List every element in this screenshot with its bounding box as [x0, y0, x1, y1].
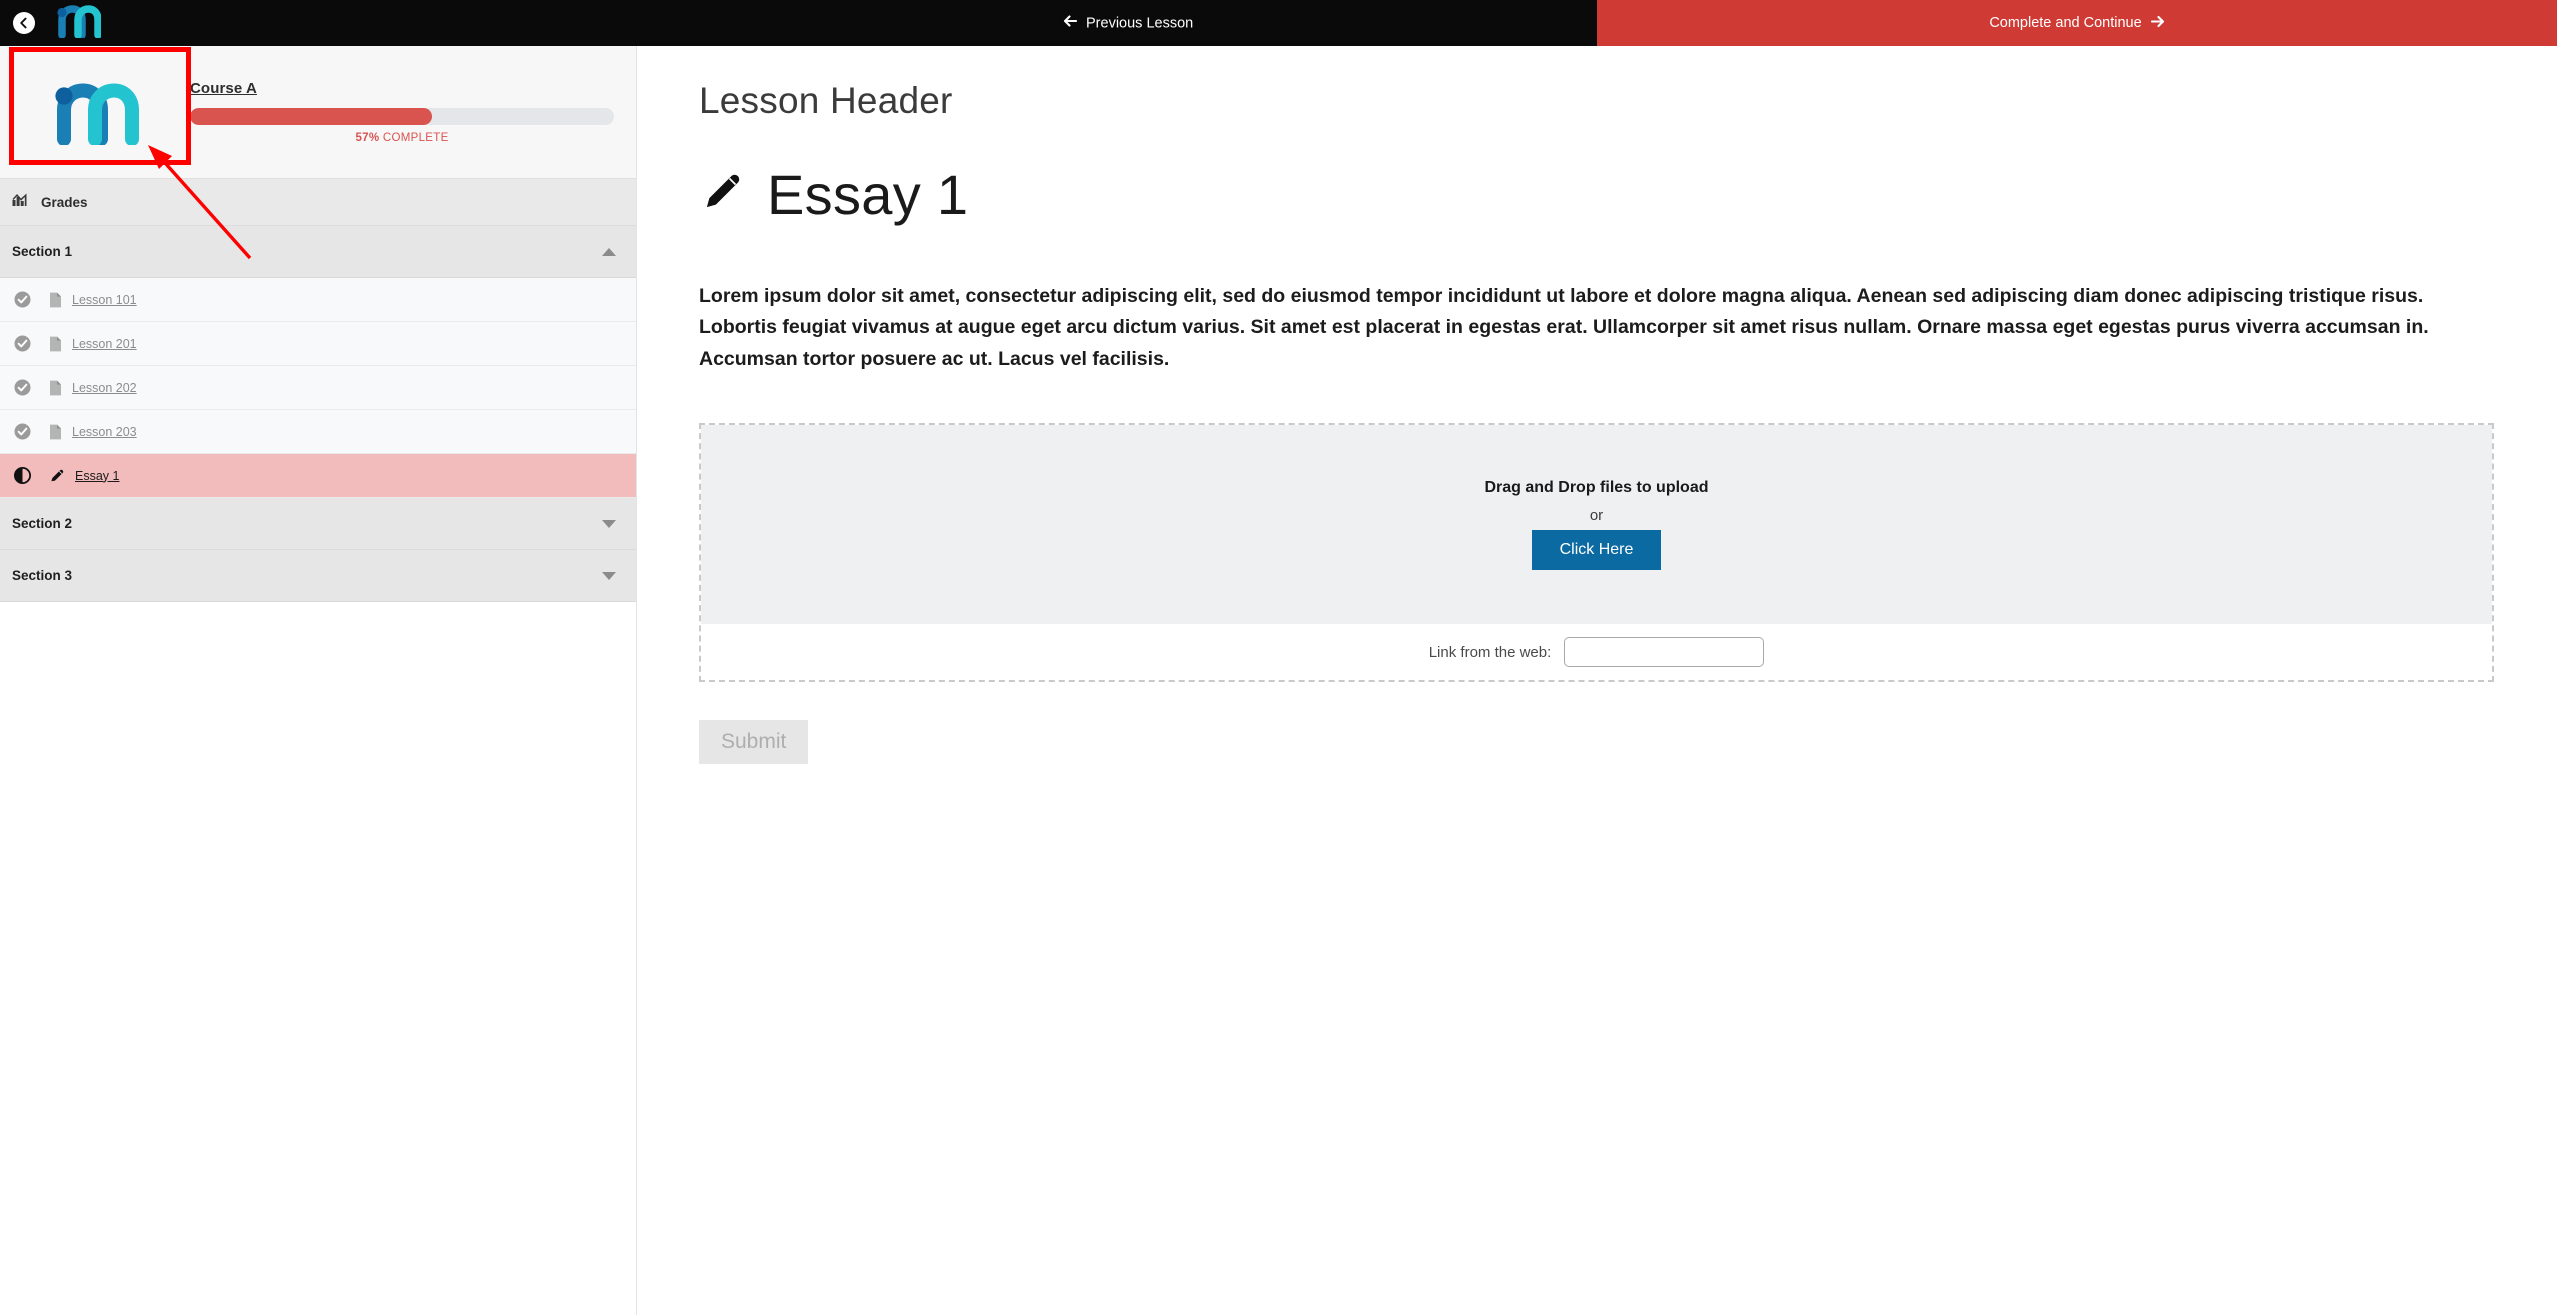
link-from-web-input[interactable] [1564, 637, 1765, 668]
half-circle-icon [14, 467, 31, 484]
main-content: Lesson Header Essay 1 Lorem ipsum dolor … [637, 46, 2557, 1315]
chevron-up-icon [602, 247, 616, 256]
chevron-left-icon [18, 17, 30, 29]
topbar-left-region: Previous Lesson [0, 0, 1597, 46]
section-header[interactable]: Section 3 [0, 550, 636, 602]
pencil-icon [699, 169, 745, 220]
dropzone-inner-panel[interactable]: Drag and Drop files to upload or Click H… [701, 425, 2492, 625]
file-dropzone[interactable]: Drag and Drop files to upload or Click H… [699, 423, 2494, 683]
sidebar-item-grades[interactable]: Grades [0, 179, 636, 226]
sidebar-lesson-item[interactable]: Essay 1 [0, 454, 636, 498]
back-button[interactable] [13, 12, 35, 34]
chevron-down-icon [602, 571, 616, 580]
section-header-label: Section 3 [12, 568, 73, 583]
sidebar-lesson-item-label: Lesson 202 [72, 380, 137, 395]
document-icon [49, 292, 62, 308]
dropzone-or-label: or [1589, 507, 1604, 525]
essay-title-row: Essay 1 [699, 162, 2497, 227]
previous-lesson-button[interactable]: Previous Lesson [1063, 15, 1193, 32]
check-circle-icon [14, 423, 31, 440]
click-here-upload-button[interactable]: Click Here [1531, 530, 1662, 571]
sidebar-lesson-item-label: Lesson 201 [72, 336, 137, 351]
check-circle-icon [14, 291, 31, 308]
chevron-down-icon [602, 519, 616, 528]
section-header[interactable]: Section 2 [0, 498, 636, 550]
complete-continue-label: Complete and Continue [1989, 15, 2142, 31]
course-progress-label: 57% COMPLETE [190, 132, 614, 144]
sidebar-item-grades-label: Grades [41, 194, 88, 210]
top-navigation-bar: Previous Lesson Complete and Continue [0, 0, 2557, 46]
previous-lesson-label: Previous Lesson [1086, 15, 1194, 31]
course-sidebar: Course A 57% COMPLETE Grades Section 1 L… [0, 46, 637, 1315]
m-logo-icon [49, 79, 141, 145]
sidebar-lesson-item-label: Essay 1 [75, 468, 120, 483]
check-circle-icon [14, 379, 31, 396]
bar-chart-icon [12, 193, 29, 212]
course-progress-fill [190, 108, 432, 125]
document-icon [49, 424, 62, 440]
sidebar-lesson-item[interactable]: Lesson 101 [0, 278, 636, 322]
course-player-page: Previous Lesson Complete and Continue Co… [0, 0, 2557, 1315]
pencil-icon [49, 468, 65, 484]
section-header-label: Section 2 [12, 516, 73, 531]
essay-body-text: Lorem ipsum dolor sit amet, consectetur … [699, 285, 2429, 370]
sidebar-lesson-item-label: Lesson 101 [72, 292, 137, 307]
section-header-label: Section 1 [12, 244, 73, 259]
link-from-web-label: Link from the web: [1428, 643, 1552, 661]
section-header[interactable]: Section 1 [0, 226, 636, 278]
course-logo-button[interactable] [0, 46, 190, 179]
complete-continue-content: Complete and Continue [1989, 15, 2164, 32]
sidebar-lesson-item[interactable]: Lesson 202 [0, 366, 636, 410]
document-icon [49, 336, 62, 352]
course-title-link[interactable]: Course A [190, 80, 614, 97]
progress-complete-text: COMPLETE [382, 132, 449, 144]
complete-and-continue-button[interactable]: Complete and Continue [1597, 0, 2557, 46]
sidebar-lesson-item[interactable]: Lesson 201 [0, 322, 636, 366]
lesson-header: Lesson Header [699, 80, 953, 121]
sidebar-lesson-item[interactable]: Lesson 203 [0, 410, 636, 454]
check-circle-icon [14, 335, 31, 352]
link-from-web-row: Link from the web: [701, 624, 2492, 681]
arrow-right-icon [2150, 15, 2165, 32]
progress-percent-value: 57% [355, 132, 380, 144]
arrow-left-icon [1063, 15, 1078, 32]
sidebar-lesson-item-label: Lesson 203 [72, 424, 137, 439]
dropzone-title: Drag and Drop files to upload [1484, 479, 1709, 497]
essay-title: Essay 1 [767, 163, 969, 226]
document-icon [49, 380, 62, 396]
course-progress-bar [190, 108, 614, 125]
sidebar-sections: Section 1 Lesson 101 Lesson 201 Lesson 202 L… [0, 226, 636, 602]
m-logo-icon [55, 4, 102, 43]
brand-logo-link[interactable] [55, 4, 102, 43]
submit-button[interactable]: Submit [699, 720, 809, 765]
course-header: Course A 57% COMPLETE [0, 46, 636, 179]
course-progress-block: Course A 57% COMPLETE [190, 80, 636, 144]
